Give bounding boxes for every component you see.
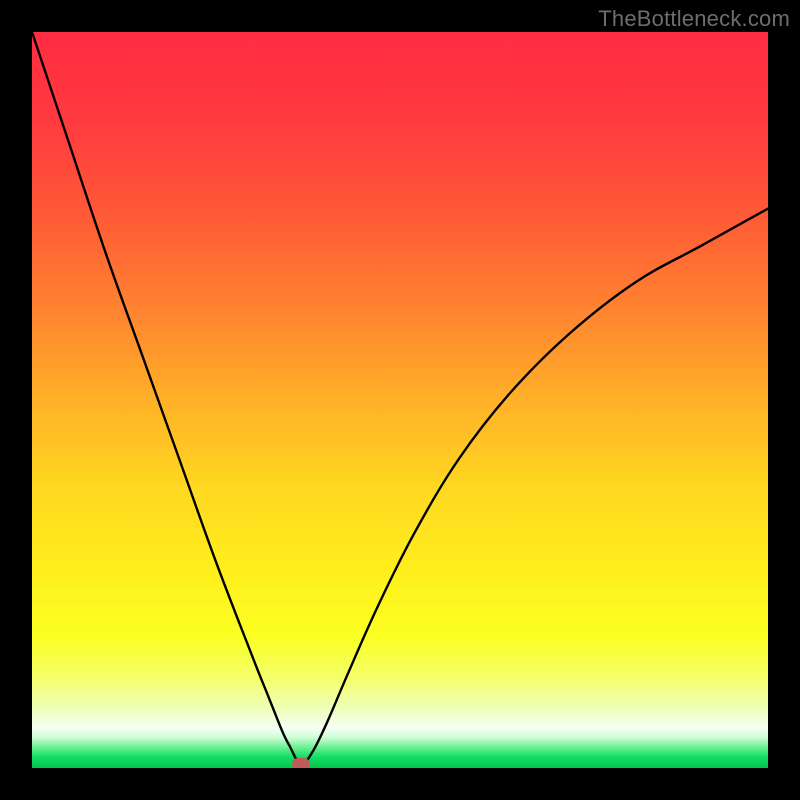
minimum-marker [292, 758, 310, 768]
chart-frame: TheBottleneck.com [0, 0, 800, 800]
bottleneck-curve [32, 32, 768, 768]
watermark-text: TheBottleneck.com [598, 6, 790, 32]
plot-area [32, 32, 768, 768]
